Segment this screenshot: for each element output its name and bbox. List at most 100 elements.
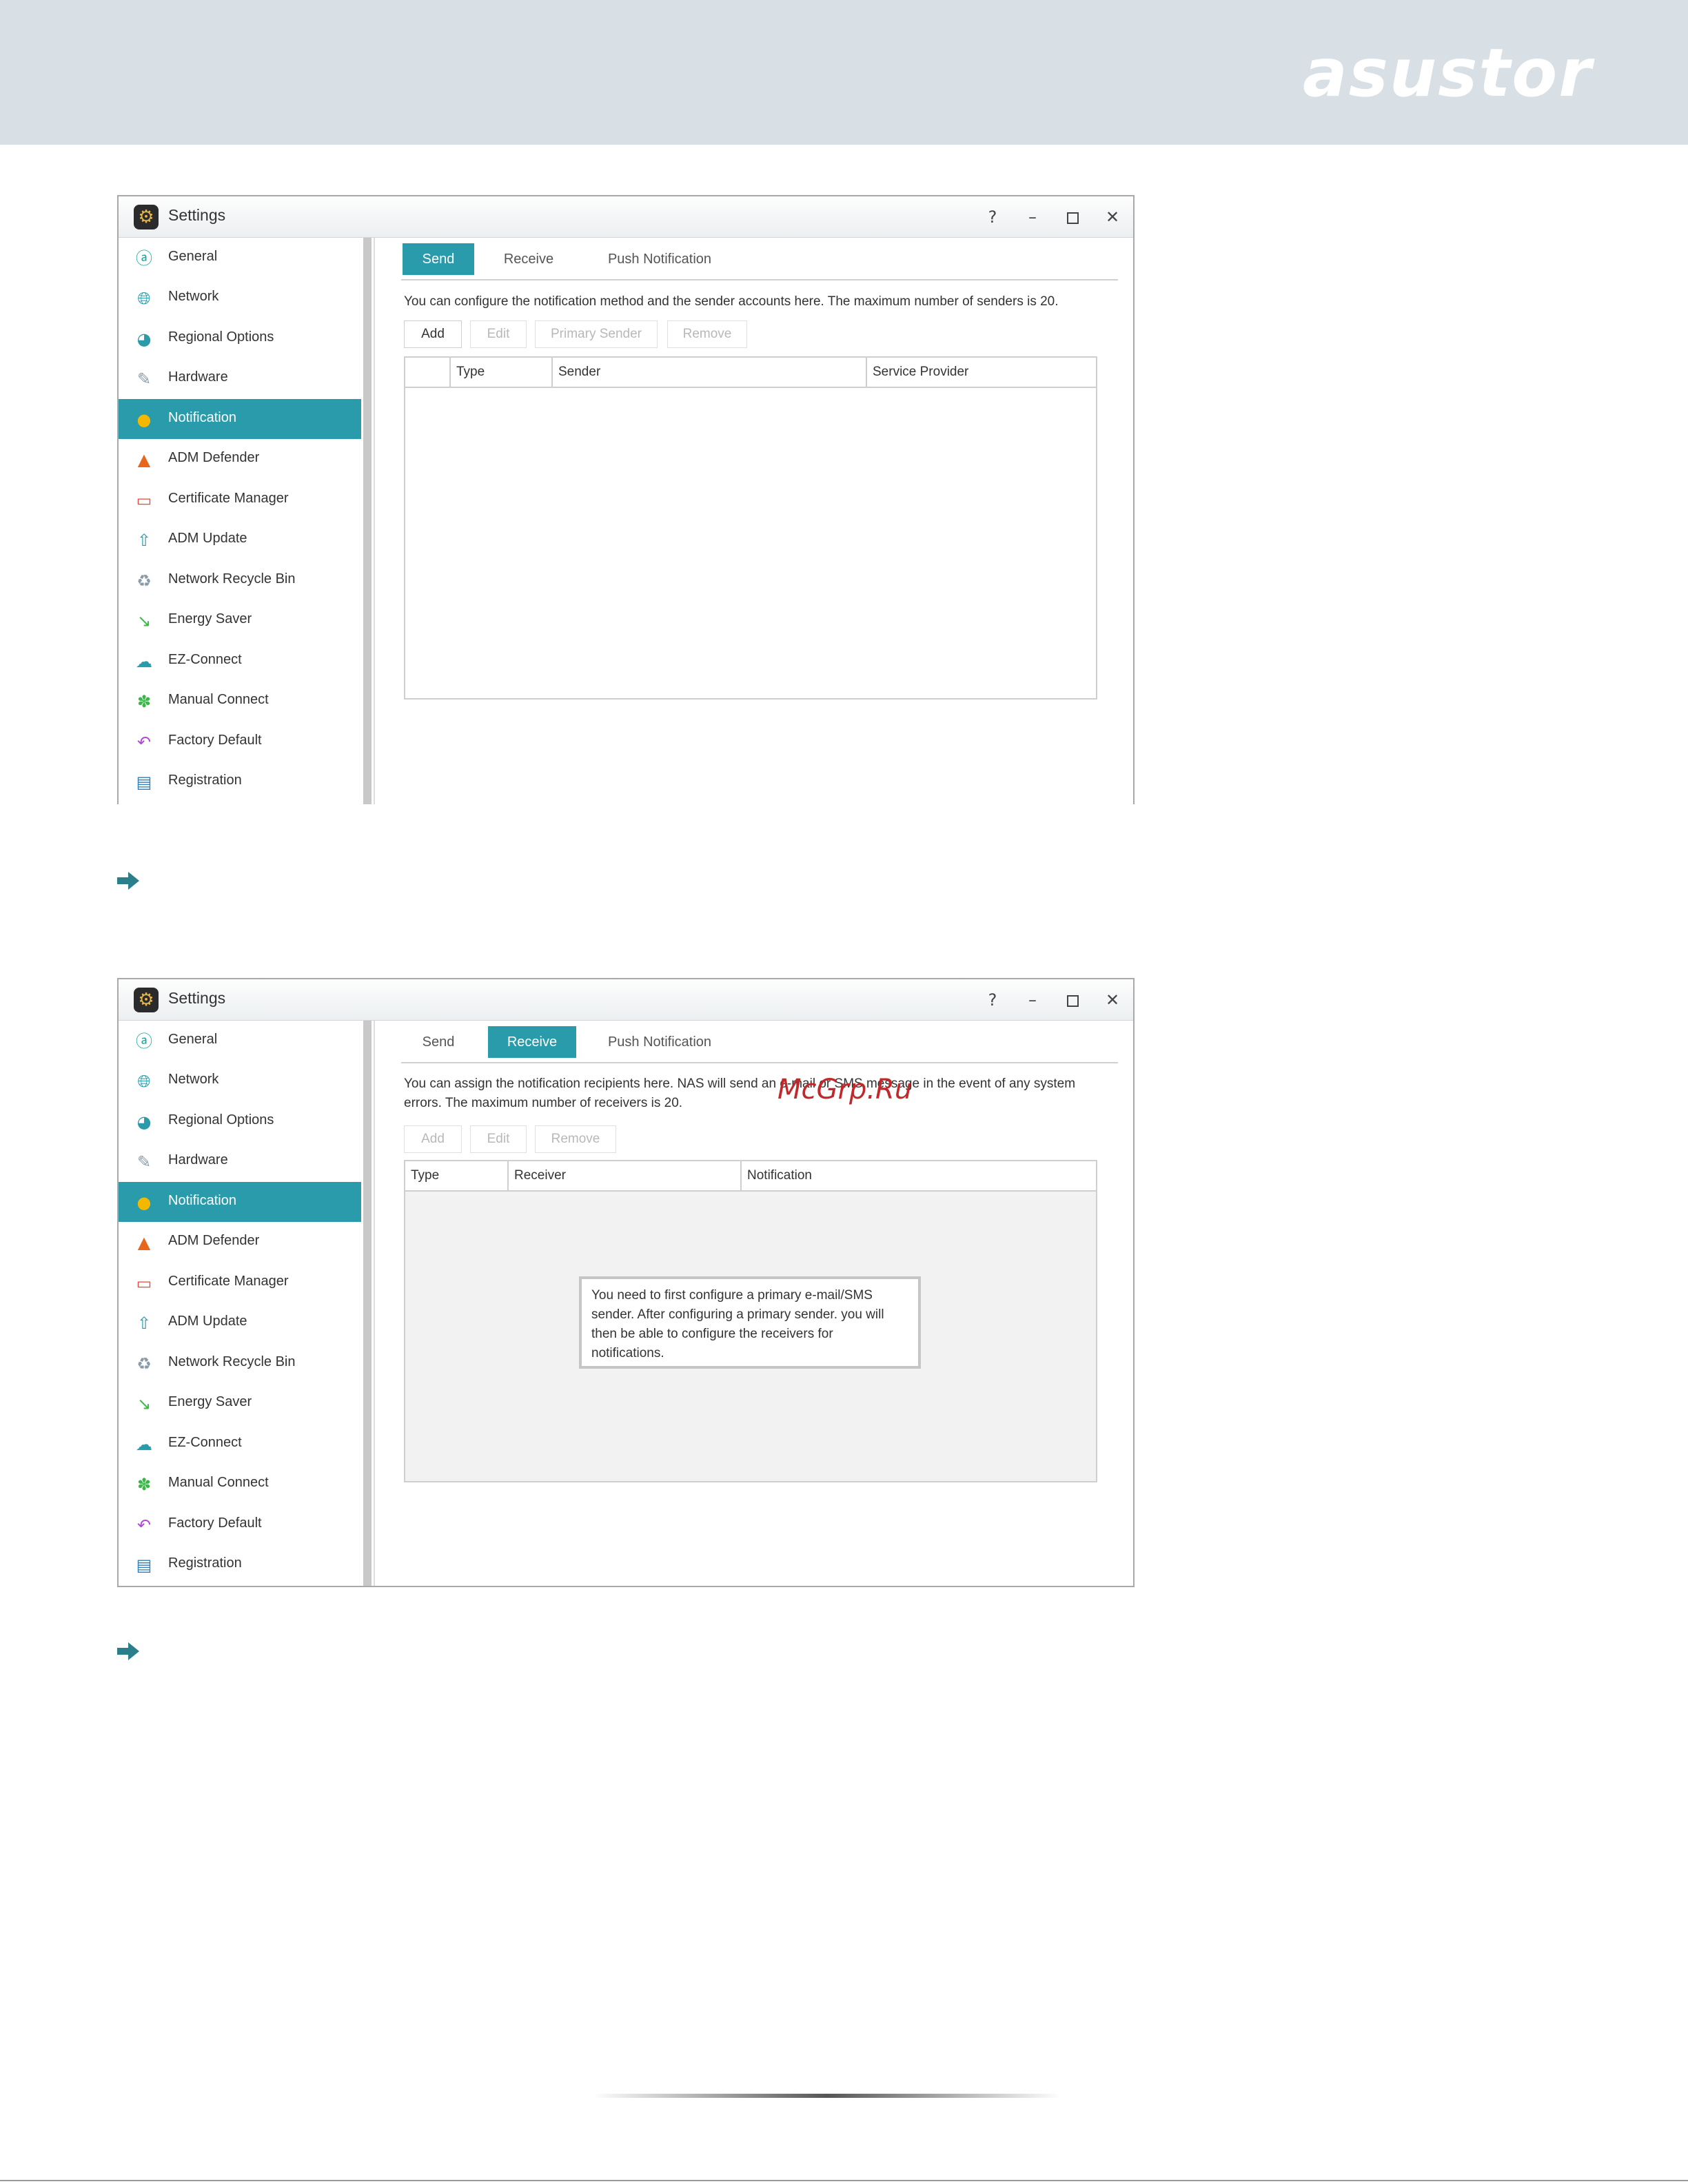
column-header-type[interactable]: Type xyxy=(451,358,553,387)
sidebar-item-label: Network xyxy=(168,289,219,304)
settings-app-icon: ⚙ xyxy=(134,205,159,229)
tab-push-notification[interactable]: Push Notification xyxy=(578,243,742,275)
minimize-button[interactable]: – xyxy=(1017,985,1048,1015)
sidebar-item-adm-update[interactable]: ⇧ ADM Update xyxy=(119,520,361,560)
sidebar-item-label: Certificate Manager xyxy=(168,491,289,506)
column-header-notification[interactable]: Notification xyxy=(742,1161,1096,1190)
sidebar-item-manual-connect[interactable]: ✽ Manual Connect xyxy=(119,681,361,721)
tab-send[interactable]: Send xyxy=(403,1026,474,1058)
sidebar-item-manual-connect[interactable]: ✽ Manual Connect xyxy=(119,1464,361,1504)
sidebar-item-label: Network Recycle Bin xyxy=(168,1354,296,1369)
tab-push-notification[interactable]: Push Notification xyxy=(578,1026,742,1058)
maximize-button[interactable] xyxy=(1057,202,1088,232)
arrow-right-icon xyxy=(117,872,139,890)
arrow-right-icon xyxy=(117,1642,139,1660)
firewall-icon: ▲ xyxy=(137,450,151,469)
sidebar-item-adm-defender[interactable]: ▲ ADM Defender xyxy=(119,439,361,479)
sidebar-item-general[interactable]: ⓐ General xyxy=(119,1021,361,1061)
regional-icon: ◕ xyxy=(136,1112,152,1132)
sidebar-item-ez-connect[interactable]: ☁ EZ-Connect xyxy=(119,1424,361,1464)
sidebar-item-regional-options[interactable]: ◕ Regional Options xyxy=(119,318,361,358)
settings-app-icon: ⚙ xyxy=(134,988,159,1012)
update-icon: ⇧ xyxy=(136,531,152,550)
tab-divider xyxy=(401,1062,1118,1063)
recycle-bin-icon: ♻ xyxy=(136,571,152,591)
window-title: Settings xyxy=(168,206,226,224)
column-header-receiver[interactable]: Receiver xyxy=(509,1161,742,1190)
sidebar-item-certificate-manager[interactable]: ▭ Certificate Manager xyxy=(119,480,361,520)
sidebar-item-label: Hardware xyxy=(168,1152,228,1167)
sidebar-scrollbar[interactable] xyxy=(363,238,372,804)
tab-receive[interactable]: Receive xyxy=(488,1026,576,1058)
sidebar-item-label: Factory Default xyxy=(168,1515,262,1531)
sidebar: ⓐ General 🌐︎ Network ◕ Regional Options ✎ Ha… xyxy=(119,1021,375,1586)
sidebar-item-label: Registration xyxy=(168,773,242,788)
sidebar-item-label: Manual Connect xyxy=(168,692,269,707)
sidebar-item-network[interactable]: 🌐︎ Network xyxy=(119,278,361,318)
close-button[interactable]: ✕ xyxy=(1097,202,1128,232)
minimize-button[interactable]: – xyxy=(1017,202,1048,232)
sidebar-item-factory-default[interactable]: ↶ Factory Default xyxy=(119,722,361,762)
sidebar-item-factory-default[interactable]: ↶ Factory Default xyxy=(119,1504,361,1544)
alert-icon: ● xyxy=(136,410,152,429)
table-header: Type Sender Service Provider xyxy=(405,358,1096,388)
sidebar-item-registration[interactable]: ▤ Registration xyxy=(119,762,361,802)
page-bottom-border xyxy=(0,2180,1688,2181)
sidebar-item-label: Network xyxy=(168,1072,219,1087)
sidebar-item-label: Manual Connect xyxy=(168,1475,269,1490)
sidebar-divider xyxy=(374,238,375,804)
cloud-icon: ☁ xyxy=(136,1435,152,1454)
sidebar-item-registration[interactable]: ▤ Registration xyxy=(119,1544,361,1584)
sidebar-item-label: ADM Update xyxy=(168,1314,247,1329)
sidebar-item-certificate-manager[interactable]: ▭ Certificate Manager xyxy=(119,1263,361,1303)
maximize-button[interactable] xyxy=(1057,985,1088,1015)
help-button[interactable]: ? xyxy=(977,985,1008,1015)
sidebar-item-label: Regional Options xyxy=(168,329,274,345)
primary-sender-button[interactable]: Primary Sender xyxy=(535,320,658,348)
window-title: Settings xyxy=(168,989,226,1007)
sidebar-item-general[interactable]: ⓐ General xyxy=(119,238,361,278)
add-receiver-button[interactable]: Add xyxy=(404,1125,462,1153)
sidebar-item-hardware[interactable]: ✎ Hardware xyxy=(119,1141,361,1181)
sidebar-item-energy-saver[interactable]: ↘ Energy Saver xyxy=(119,600,361,640)
general-icon: ⓐ xyxy=(136,249,152,268)
sidebar-item-energy-saver[interactable]: ↘ Energy Saver xyxy=(119,1383,361,1423)
sidebar-item-network[interactable]: 🌐︎ Network xyxy=(119,1061,361,1101)
sidebar-item-label: ADM Defender xyxy=(168,450,260,465)
update-icon: ⇧ xyxy=(136,1314,152,1333)
sidebar-item-adm-update[interactable]: ⇧ ADM Update xyxy=(119,1303,361,1343)
remove-receiver-button[interactable]: Remove xyxy=(535,1125,616,1153)
sidebar-item-notification[interactable]: ● Notification xyxy=(119,1182,361,1222)
table-body xyxy=(405,388,1096,698)
add-sender-button[interactable]: Add xyxy=(404,320,462,348)
sidebar-item-notification[interactable]: ● Notification xyxy=(119,399,361,439)
tab-send[interactable]: Send xyxy=(403,243,474,275)
column-header-sender[interactable]: Sender xyxy=(553,358,867,387)
edit-receiver-button[interactable]: Edit xyxy=(470,1125,527,1153)
table-header: Type Receiver Notification xyxy=(405,1161,1096,1192)
sidebar-item-network-recycle-bin[interactable]: ♻ Network Recycle Bin xyxy=(119,560,361,600)
column-header-select[interactable] xyxy=(405,358,451,387)
asustor-logo: asustor xyxy=(1303,34,1593,112)
sidebar-scrollbar[interactable] xyxy=(363,1021,372,1586)
sidebar-item-network-recycle-bin[interactable]: ♻ Network Recycle Bin xyxy=(119,1343,361,1383)
manual-connect-icon: ✽ xyxy=(136,1475,152,1494)
help-button[interactable]: ? xyxy=(977,202,1008,232)
column-header-type[interactable]: Type xyxy=(405,1161,509,1190)
edit-sender-button[interactable]: Edit xyxy=(470,320,527,348)
close-button[interactable]: ✕ xyxy=(1097,985,1128,1015)
sidebar-item-regional-options[interactable]: ◕ Regional Options xyxy=(119,1101,361,1141)
sidebar-item-hardware[interactable]: ✎ Hardware xyxy=(119,358,361,398)
remove-sender-button[interactable]: Remove xyxy=(667,320,747,348)
sidebar-item-label: Notification xyxy=(168,1193,236,1208)
sidebar-item-ez-connect[interactable]: ☁ EZ-Connect xyxy=(119,641,361,681)
sidebar-item-label: Registration xyxy=(168,1555,242,1571)
certificate-icon: ▭ xyxy=(136,491,152,510)
firewall-icon: ▲ xyxy=(137,1233,151,1252)
sidebar-item-adm-defender[interactable]: ▲ ADM Defender xyxy=(119,1222,361,1262)
column-header-service-provider[interactable]: Service Provider xyxy=(867,358,1096,387)
undo-icon: ↶ xyxy=(136,733,152,752)
globe-icon: 🌐︎ xyxy=(137,1072,151,1091)
tab-receive[interactable]: Receive xyxy=(488,243,569,275)
wrench-icon: ✎ xyxy=(136,1152,152,1172)
